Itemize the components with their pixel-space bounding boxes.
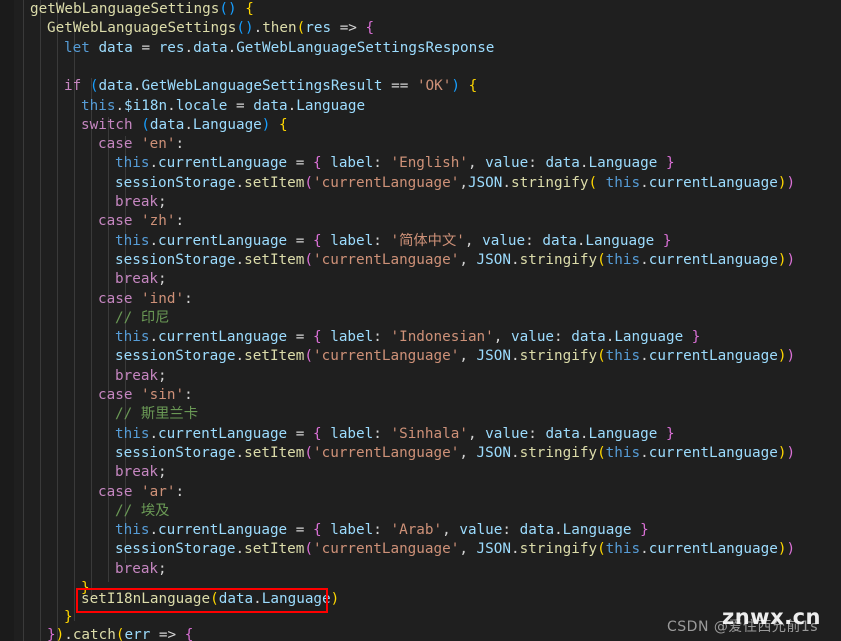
- code-line: this.currentLanguage = { label: 'Arab', …: [115, 522, 649, 539]
- code-line: case 'sin':: [98, 387, 193, 403]
- code-line: // 斯里兰卡: [115, 406, 199, 423]
- code-line: break;: [115, 464, 167, 481]
- code-line: case 'en':: [98, 136, 185, 153]
- code-line: case 'zh':: [98, 213, 185, 230]
- code-line: break;: [115, 560, 167, 577]
- code-line: case 'ar':: [98, 483, 185, 500]
- code-line: // 埃及: [115, 502, 170, 519]
- code-line: case 'ind':: [98, 290, 193, 307]
- code-line: break;: [115, 367, 167, 384]
- code-line: getWebLanguageSettings() {: [30, 1, 254, 17]
- code-line: }: [64, 609, 73, 626]
- code-editor-view: getWebLanguageSettings() { GetWebLanguag…: [0, 0, 841, 641]
- code-line: sessionStorage.setItem('currentLanguage'…: [115, 444, 796, 461]
- code-line: sessionStorage.setItem('currentLanguage'…: [115, 251, 796, 268]
- code-line: // 印尼: [115, 309, 170, 326]
- code-line: this.currentLanguage = { label: 'Indones…: [115, 329, 701, 346]
- code-line: sessionStorage.setItem('currentLanguage'…: [115, 348, 796, 365]
- code-line: break;: [115, 271, 167, 288]
- code-line: break;: [115, 194, 167, 210]
- code-line: this.currentLanguage = { label: 'Sinhala…: [115, 425, 675, 442]
- code-line: switch (data.Language) {: [81, 116, 288, 133]
- code-line-highlighted: setI18nLanguage(data.Language): [81, 591, 340, 608]
- code-line: if (data.GetWebLanguageSettingsResult ==…: [64, 78, 478, 95]
- code-line: this.currentLanguage = { label: 'English…: [115, 155, 675, 172]
- code-line: }).catch(err => {: [47, 627, 194, 641]
- code-line: sessionStorage.setItem('currentLanguage'…: [115, 541, 796, 558]
- code-line: this.$i18n.locale = data.Language: [81, 97, 366, 114]
- watermark-secondary: CSDN @爱住西允前1s: [667, 619, 819, 635]
- code-content[interactable]: getWebLanguageSettings() { GetWebLanguag…: [0, 0, 841, 641]
- code-line: sessionStorage.setItem('currentLanguage'…: [115, 174, 796, 191]
- code-line: GetWebLanguageSettings().then(res => {: [47, 20, 375, 37]
- code-line: this.currentLanguage = { label: '简体中文', …: [115, 232, 672, 249]
- code-line: let data = res.data.GetWebLanguageSettin…: [64, 39, 495, 56]
